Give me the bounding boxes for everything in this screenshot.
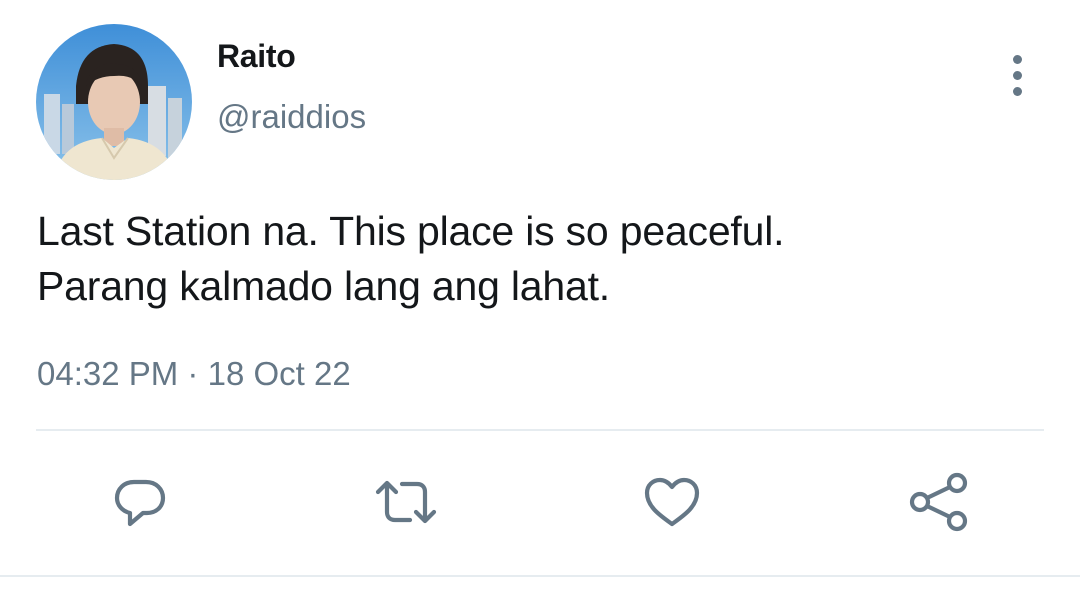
heart-icon [644, 477, 700, 527]
more-dot-icon [1012, 70, 1022, 80]
avatar-photo [36, 24, 192, 180]
more-dot-icon [1012, 86, 1022, 96]
divider [36, 429, 1044, 431]
reply-icon [114, 479, 166, 527]
share-button[interactable] [907, 470, 971, 534]
share-icon [909, 472, 968, 532]
timestamp-separator: · [187, 355, 199, 392]
reply-button[interactable] [108, 470, 172, 534]
more-options-button[interactable] [996, 52, 1038, 98]
tweet-text: Last Station na. This place is so peacef… [37, 204, 1037, 314]
tweet-text-line: Last Station na. This place is so peacef… [37, 208, 785, 254]
tweet-time: 04:32 PM [37, 355, 179, 392]
like-button[interactable] [640, 470, 704, 534]
tweet-timestamp[interactable]: 04:32 PM · 18 Oct 22 [37, 355, 351, 393]
retweet-icon [375, 480, 437, 524]
divider [0, 575, 1080, 577]
tweet-date: 18 Oct 22 [207, 355, 351, 392]
retweet-button[interactable] [374, 470, 438, 534]
more-dot-icon [1012, 54, 1022, 64]
display-name[interactable]: Raito [217, 38, 296, 75]
avatar[interactable] [36, 24, 192, 180]
user-handle[interactable]: @raiddios [217, 98, 366, 136]
tweet-text-line: Parang kalmado lang ang lahat. [37, 263, 610, 309]
